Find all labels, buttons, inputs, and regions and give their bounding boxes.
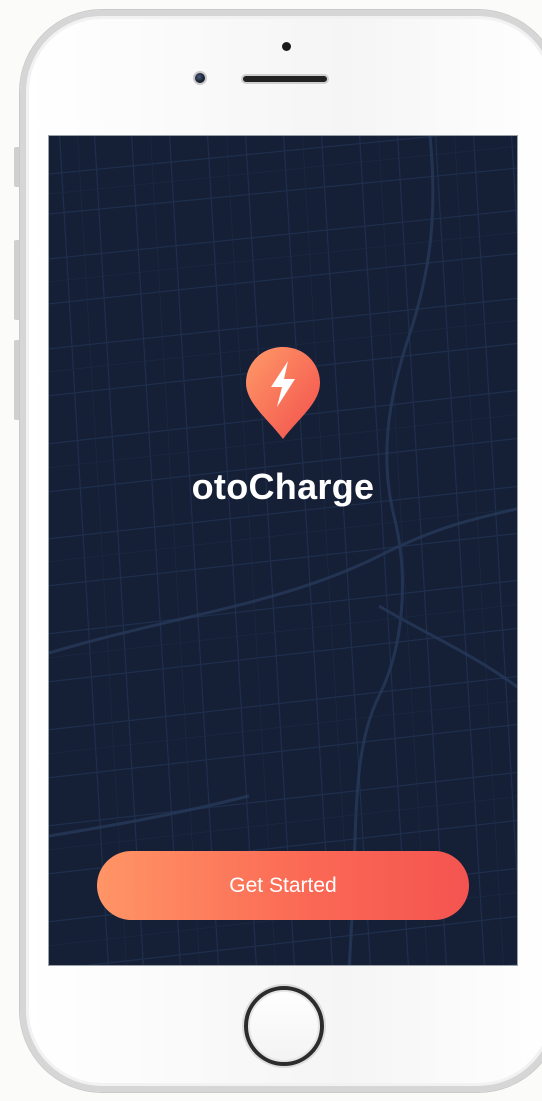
app-name-title: otoCharge [191,466,375,507]
get-started-button[interactable]: Get Started [97,851,469,920]
map-pin-lightning-icon [246,347,320,439]
city-map-background [49,136,517,965]
app-screen [48,135,518,966]
earpiece-speaker [241,74,329,84]
proximity-sensor [282,42,291,51]
phone-home-button [244,986,324,1066]
front-camera-icon [193,71,207,85]
mockup-stage: otoCharge Get Started [0,0,542,1101]
